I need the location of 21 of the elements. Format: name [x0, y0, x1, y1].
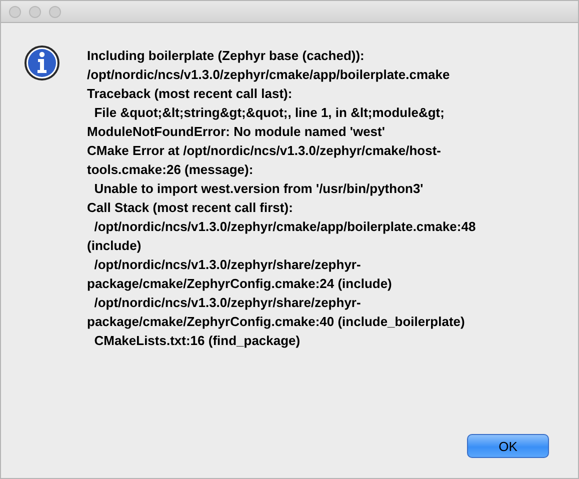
message-line: /opt/nordic/ncs/v1.3.0/zephyr/share/zephyr- — [93, 294, 362, 312]
message-line: Unable to import west.version from '/usr/bin/python3' — [93, 180, 424, 198]
message-line: tools.cmake:26 (message): — [87, 161, 254, 179]
message-line: ModuleNotFoundError: No module named 'west' — [87, 123, 386, 141]
message-line: /opt/nordic/ncs/v1.3.0/zephyr/cmake/app/boilerplate.cmake:48 — [93, 218, 476, 236]
message-line: /opt/nordic/ncs/v1.3.0/zephyr/cmake/app/boilerplate.cmake — [87, 66, 451, 84]
message-line: package/cmake/ZephyrConfig.cmake:40 (include_boilerplate) — [87, 313, 466, 331]
info-icon — [24, 45, 60, 81]
message-line: /opt/nordic/ncs/v1.3.0/zephyr/share/zephyr- — [93, 256, 362, 274]
minimize-button[interactable] — [29, 6, 41, 18]
message-line: Call Stack (most recent call first): — [87, 199, 294, 217]
message-line: (include) — [87, 237, 142, 255]
message-line: CMake Error at /opt/nordic/ncs/v1.3.0/zephyr/cmake/host- — [87, 142, 442, 160]
message-line: File &quot;&lt;string&gt;&quot;, line 1, in &lt;module&gt; — [93, 104, 446, 122]
message-line: package/cmake/ZephyrConfig.cmake:24 (include) — [87, 275, 393, 293]
message-line: Including boilerplate (Zephyr base (cached)): — [87, 47, 366, 65]
ok-button[interactable]: OK — [467, 434, 549, 458]
message-line: CMakeLists.txt:16 (find_package) — [93, 332, 302, 350]
zoom-button[interactable] — [49, 6, 61, 18]
message-line: Traceback (most recent call last): — [87, 85, 294, 103]
close-button[interactable] — [9, 6, 21, 18]
